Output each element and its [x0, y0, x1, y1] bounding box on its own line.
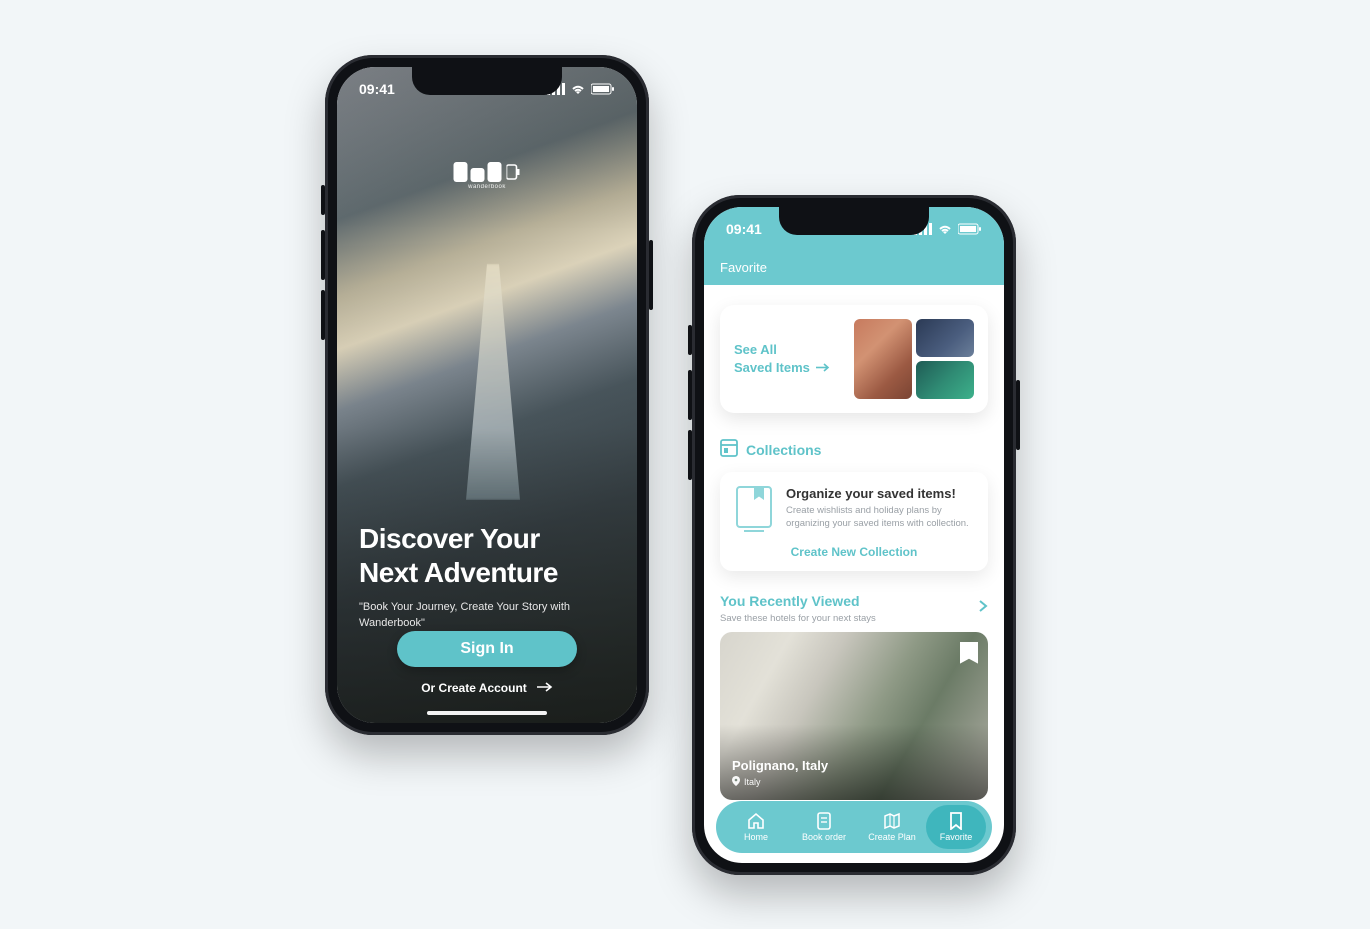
tab-favorite[interactable]: Favorite — [926, 805, 986, 849]
bookmark-icon — [949, 812, 963, 830]
book-icon — [816, 812, 832, 830]
saved-line2: Saved Items — [734, 359, 810, 377]
tab-create-plan[interactable]: Create Plan — [858, 812, 926, 842]
sign-in-button[interactable]: Sign In — [397, 631, 577, 667]
device-notch — [412, 67, 562, 95]
collections-icon — [720, 439, 738, 460]
saved-line1: See All — [734, 341, 830, 359]
device-notch — [779, 207, 929, 235]
home-indicator — [427, 711, 547, 715]
collections-card: Organize your saved items! Create wishli… — [720, 472, 988, 571]
rv-card-title: Polignano, Italy — [732, 758, 828, 773]
bookmark-icon[interactable] — [960, 642, 978, 664]
status-time: 09:41 — [726, 221, 762, 237]
map-icon — [883, 812, 901, 830]
tab-home[interactable]: Home — [722, 812, 790, 842]
battery-icon — [591, 83, 615, 95]
thumbnail — [916, 319, 974, 357]
collections-heading: Collections — [720, 439, 988, 460]
tab-book-order[interactable]: Book order — [790, 812, 858, 842]
status-time: 09:41 — [359, 81, 395, 97]
recently-viewed-card[interactable]: Polignano, Italy Italy — [720, 632, 988, 800]
collections-card-sub: Create wishlists and holiday plans by or… — [786, 505, 972, 531]
battery-icon — [958, 223, 982, 235]
saved-thumbnails — [854, 319, 974, 399]
create-account-link[interactable]: Or Create Account — [359, 681, 615, 695]
collections-card-title: Organize your saved items! — [786, 486, 972, 501]
pin-icon — [732, 776, 740, 788]
phone-onboarding: 09:41 wanderbook Discove — [325, 55, 649, 735]
saved-items-card[interactable]: See All Saved Items — [720, 305, 988, 413]
page-title: Favorite — [720, 260, 767, 275]
chevron-right-icon[interactable] — [978, 599, 988, 618]
thumbnail — [916, 361, 974, 399]
onboarding-headline: Discover Your Next Adventure — [359, 522, 615, 590]
phone-favorite: 09:41 Favorite See A — [692, 195, 1016, 875]
arrow-right-icon — [816, 359, 830, 377]
recently-viewed-sub: Save these hotels for your next stays — [720, 613, 876, 624]
create-collection-button[interactable]: Create New Collection — [736, 545, 972, 559]
rv-card-country: Italy — [744, 777, 761, 787]
app-logo: wanderbook — [454, 162, 521, 190]
tab-bar: Home Book order Create Plan — [716, 801, 992, 853]
logo-text: wanderbook — [454, 184, 521, 190]
onboarding-tagline: "Book Your Journey, Create Your Story wi… — [359, 600, 615, 631]
arrow-right-icon — [537, 681, 553, 695]
bookmark-collection-icon — [736, 486, 772, 528]
thumbnail — [854, 319, 912, 399]
home-icon — [747, 812, 765, 830]
wifi-icon — [937, 223, 953, 235]
wifi-icon — [570, 83, 586, 95]
recently-viewed-heading: You Recently Viewed — [720, 593, 876, 609]
